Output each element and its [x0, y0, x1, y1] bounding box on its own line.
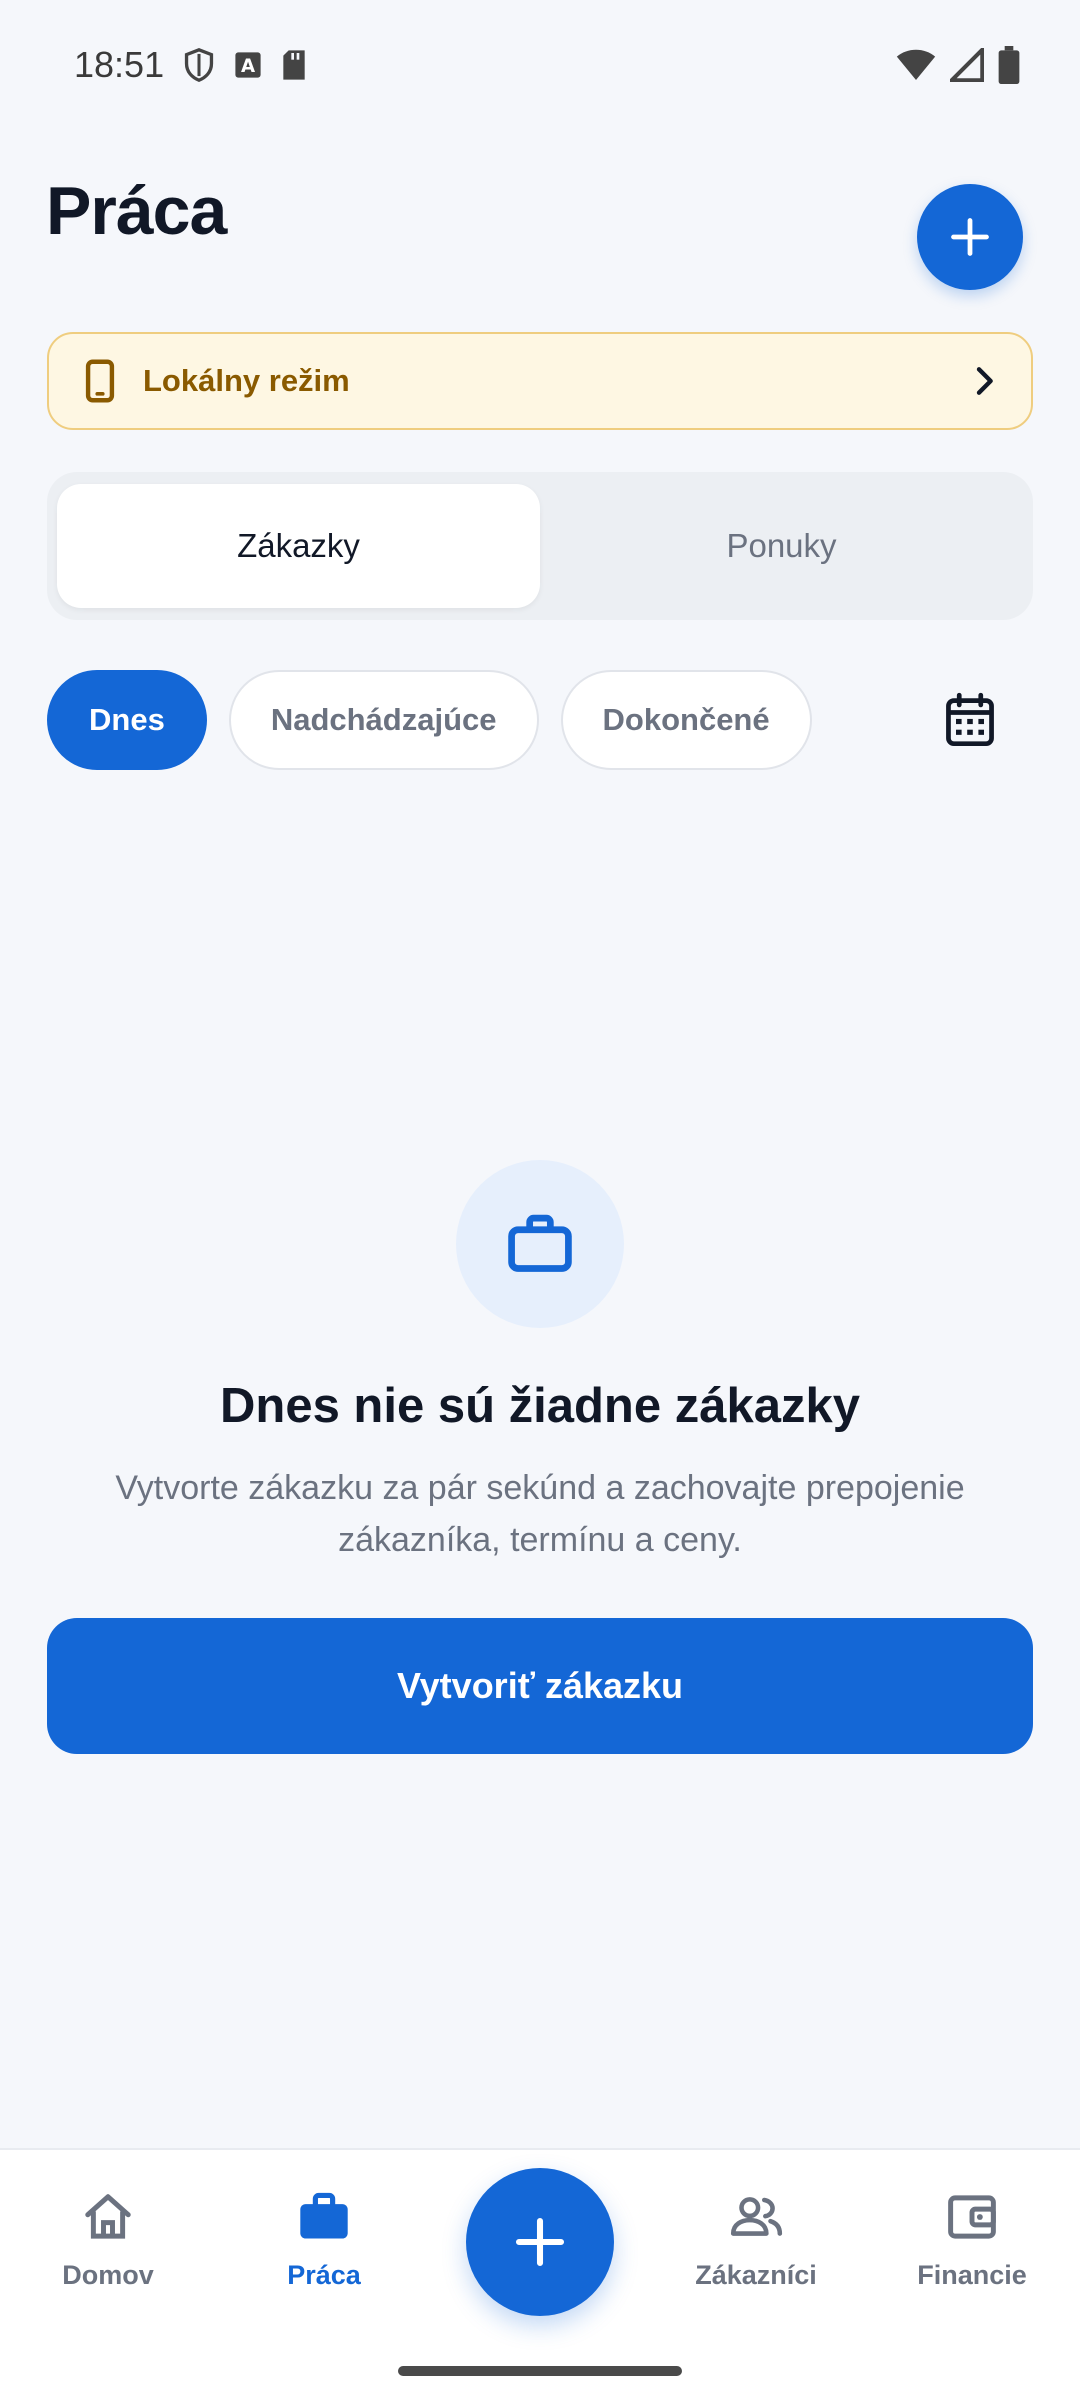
nav-item-zakaznici[interactable]: Zákazníci [656, 2190, 856, 2330]
empty-state-title: Dnes nie sú žiadne zákazky [220, 1379, 860, 1433]
briefcase-icon [506, 1213, 574, 1275]
wifi-icon [896, 48, 936, 82]
status-bar-right [896, 46, 1020, 84]
filter-chips: Dnes Nadchádzajúce Dokončené [47, 670, 812, 770]
sd-card-icon [280, 49, 308, 81]
chip-dokoncene[interactable]: Dokončené [560, 670, 812, 770]
nav-add-button[interactable] [466, 2168, 614, 2316]
signal-icon [950, 48, 984, 82]
tab-ponuky[interactable]: Ponuky [540, 484, 1023, 608]
chip-nadchadzajuce[interactable]: Nadchádzajúce [228, 670, 539, 770]
phone-icon [85, 359, 115, 403]
nav-label-domov: Domov [62, 2260, 154, 2290]
chevron-right-icon [973, 366, 995, 396]
wallet-icon [945, 2190, 999, 2244]
nav-item-praca[interactable]: Práca [224, 2190, 424, 2330]
nav-label-praca: Práca [287, 2260, 361, 2290]
page-title: Práca [46, 173, 227, 249]
briefcase-icon [296, 2190, 352, 2244]
create-job-button[interactable]: Vytvoriť zákazku [47, 1618, 1033, 1754]
shield-icon [182, 47, 216, 83]
calendar-icon [944, 692, 996, 748]
status-bar-left: 18:51 A [74, 44, 308, 86]
nav-item-domov[interactable]: Domov [8, 2190, 208, 2330]
add-button[interactable] [917, 184, 1023, 290]
calendar-button[interactable] [930, 685, 1010, 755]
plus-icon [948, 215, 992, 259]
segmented-control: Zákazky Ponuky [47, 472, 1033, 620]
plus-icon [512, 2214, 568, 2270]
people-icon [727, 2190, 785, 2244]
bottom-nav: Domov Práca Zákazníci Financie [0, 2148, 1080, 2400]
battery-icon [998, 46, 1020, 84]
empty-state-description: Vytvorte zákazku za pár sekúnd a zachova… [115, 1469, 965, 1559]
home-indicator[interactable] [398, 2366, 682, 2376]
nav-item-financie[interactable]: Financie [872, 2190, 1072, 2330]
home-icon [81, 2190, 135, 2244]
tab-zakazky[interactable]: Zákazky [57, 484, 540, 608]
local-mode-banner[interactable]: Lokálny režim [47, 332, 1033, 430]
chip-dnes[interactable]: Dnes [47, 670, 207, 770]
nav-label-financie: Financie [917, 2260, 1027, 2290]
svg-text:A: A [241, 56, 255, 77]
banner-label: Lokálny režim [143, 363, 350, 398]
nav-label-zakaznici: Zákazníci [695, 2260, 817, 2290]
a-box-icon: A [234, 51, 262, 79]
status-time: 18:51 [74, 44, 165, 85]
empty-state-icon-circle [456, 1160, 624, 1328]
status-bar: 18:51 A [0, 0, 1080, 130]
